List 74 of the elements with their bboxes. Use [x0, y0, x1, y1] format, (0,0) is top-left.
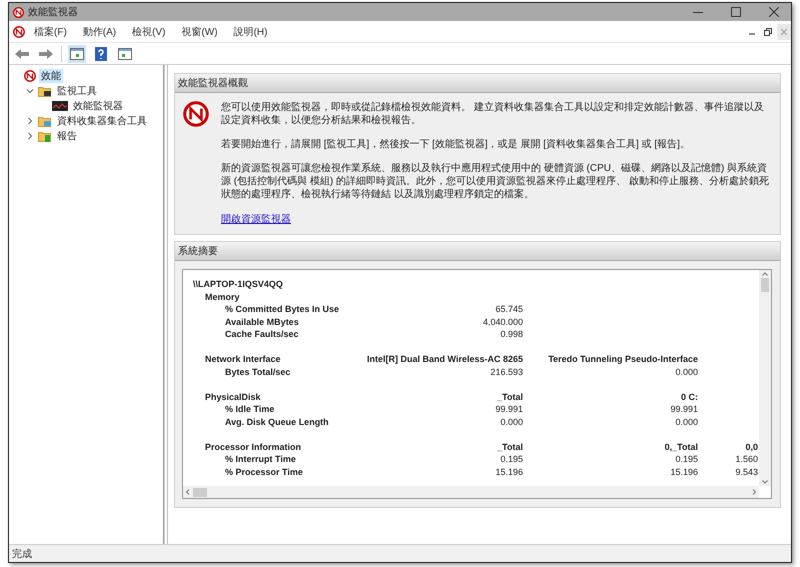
- scroll-down-icon[interactable]: [761, 478, 769, 486]
- window-title: 效能監視器: [28, 6, 79, 19]
- performance-icon: [13, 26, 25, 38]
- tree-item[interactable]: 報告: [55, 128, 79, 142]
- menu-item[interactable]: 說明(H): [226, 22, 274, 40]
- counter-group: PhysicalDisk: [193, 392, 343, 402]
- counter-name: Available MBytes: [224, 316, 300, 327]
- counter-group: Memory: [193, 292, 343, 302]
- counter-value: 0.000: [674, 416, 698, 427]
- counter-value: 0.000: [674, 366, 698, 377]
- folder-icon: [38, 114, 52, 126]
- performance-icon: [183, 101, 209, 127]
- counter-group: Processor Information: [193, 442, 343, 452]
- tree-item[interactable]: 效能: [39, 68, 63, 82]
- menu-item[interactable]: 視窗(W): [174, 22, 225, 40]
- counter-name: % Idle Time: [224, 404, 276, 414]
- performance-icon: [13, 6, 24, 18]
- host-name: \\LAPTOP-1IQSV4QQ: [193, 279, 284, 290]
- scroll-thumb[interactable]: [193, 488, 207, 496]
- maximize-icon: [731, 7, 741, 17]
- counter-value: 1.560: [734, 454, 758, 464]
- tree-item[interactable]: 監視工具: [55, 84, 99, 98]
- panel-header: 系統摘要: [175, 242, 780, 261]
- help-button[interactable]: [92, 44, 110, 62]
- chevron-down-icon[interactable]: [26, 86, 34, 94]
- counter-name: % Processor Time: [224, 466, 304, 477]
- description-text: 您可以使用效能監視器，即時或從記錄檔檢視效能資料。 建立資料收集器集合工具以設定和排定效能計數器、事件追蹤以及設定資料收集，以便您分析結果和檢視報告。: [221, 101, 765, 127]
- counter-value: 9.543: [734, 466, 758, 477]
- counter-name: Bytes Total/sec: [224, 366, 292, 377]
- counter-value: 99.991: [669, 404, 698, 414]
- description-text: 新的資源監視器可讓您檢視作業系統、服務以及執行中應用程式使用中的 硬體資源 (CPU、磁碟、網路以及記憶體) 與系統資源 (包括控制代碼與 模組) 的詳細即時資訊。此外，您可以使用資源監視器來停止處理程序、 啟動和停止服務、分析處於鎖死狀態的處理程序、檢視執行緒等待鏈結 以及識別處理程序鎖定的檔案。: [221, 162, 770, 201]
- close-icon: [781, 28, 787, 34]
- counter-value: 65.745: [494, 304, 523, 314]
- description-text: 若要開始進行，請展開 [監視工具]，然後按一下 [效能監視器]，或是 展開 [資料收集器集合工具] 或 [報告]。: [221, 138, 691, 151]
- restore-icon: [764, 28, 772, 36]
- status-text: 完成: [12, 548, 32, 560]
- counter-name: % Committed Bytes In Use: [224, 304, 340, 314]
- console-tree-button[interactable]: [68, 44, 86, 62]
- counter-value: 99.991: [494, 404, 523, 414]
- counter-value: 15.196: [494, 466, 523, 477]
- counter-value: 0.195: [674, 454, 698, 464]
- instance-header: _Total: [496, 442, 523, 452]
- instance-header: 0,_Total: [664, 442, 698, 452]
- panel-header: 效能監視器概觀: [175, 74, 780, 93]
- chart-monitor-icon: [52, 100, 68, 110]
- close-icon: [769, 7, 779, 17]
- counter-group: Network Interface: [193, 354, 343, 364]
- vertical-scrollbar[interactable]: [759, 270, 771, 486]
- menu-item[interactable]: 檔案(F): [27, 22, 74, 40]
- counter-value: 4,040.000: [482, 316, 523, 327]
- instance-header: 0 C:: [680, 392, 698, 402]
- counter-value: 15.196: [669, 466, 698, 477]
- folder-icon: [38, 130, 52, 142]
- tree-item[interactable]: 資料收集器集合工具: [55, 114, 149, 128]
- instance-header: Intel[R] Dual Band Wireless-AC 8265: [366, 354, 523, 364]
- performance-icon: [24, 70, 36, 82]
- counter-name: Cache Faults/sec: [224, 329, 300, 340]
- counter-value: 0.000: [499, 416, 523, 427]
- horizontal-scrollbar[interactable]: [183, 486, 759, 498]
- folder-icon: [38, 84, 52, 96]
- open-resource-monitor-link[interactable]: 開啟資源監視器: [221, 212, 291, 226]
- tree-item[interactable]: 效能監視器: [71, 98, 125, 112]
- instance-header: Teredo Tunneling Pseudo-Interface: [547, 354, 698, 364]
- scroll-thumb[interactable]: [761, 278, 769, 292]
- counter-value: 0.998: [499, 329, 523, 340]
- counter-name: Avg. Disk Queue Length: [224, 416, 330, 427]
- counter-value: 216.593: [489, 366, 523, 377]
- instance-header: _Total: [496, 392, 523, 402]
- scroll-up-icon[interactable]: [761, 270, 769, 278]
- instance-header: 0,0: [744, 442, 758, 452]
- menu-item[interactable]: 檢視(V): [125, 22, 172, 40]
- counter-name: % Interrupt Time: [224, 454, 297, 464]
- counter-value: 0.195: [499, 454, 523, 464]
- menu-item[interactable]: 動作(A): [76, 22, 124, 40]
